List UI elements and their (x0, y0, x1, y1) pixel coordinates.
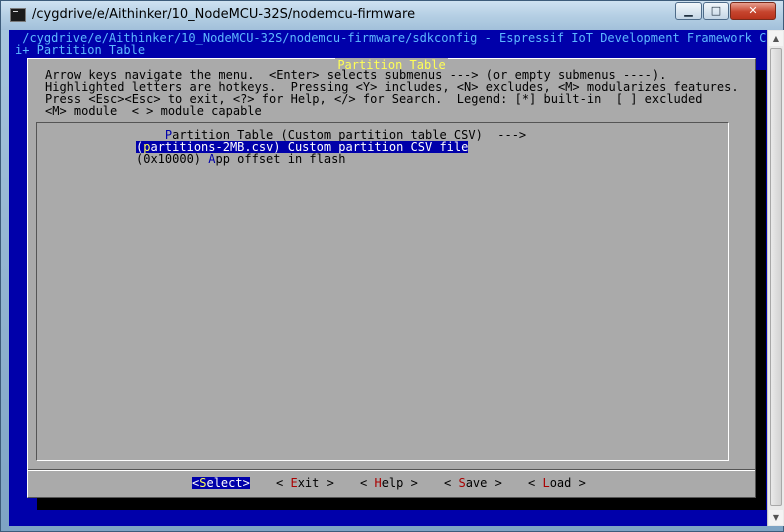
button-separator (28, 469, 755, 471)
button-label: elp > (381, 476, 418, 490)
button-label: ave > (465, 476, 502, 490)
button-hotkey: E (290, 476, 298, 490)
minimize-button[interactable]: ▁ (675, 2, 702, 20)
button-hotkey: L (542, 476, 550, 490)
menu-item-prefix: (0x10000) (136, 152, 209, 166)
maximize-button[interactable]: □ (703, 2, 729, 20)
button-3[interactable]: < Save > (444, 477, 502, 489)
button-label: elect> (206, 476, 250, 490)
dialog-shadow-bottom (37, 498, 766, 510)
menu-list (36, 122, 729, 461)
button-1[interactable]: < Exit > (276, 477, 334, 489)
button-prefix: < (276, 476, 291, 490)
terminal-screen[interactable]: /cygdrive/e/Aithinker/10_NodeMCU-32S/nod… (9, 30, 767, 526)
button-4[interactable]: < Load > (528, 477, 586, 489)
close-button[interactable]: ✕ (730, 2, 776, 20)
menu-item-label: pp offset in flash (215, 152, 346, 166)
button-hotkey: S (458, 476, 466, 490)
scroll-up-icon[interactable]: ▲ (769, 31, 783, 46)
window-title: /cygdrive/e/Aithinker/10_NodeMCU-32S/nod… (32, 7, 416, 22)
button-label: oad > (549, 476, 586, 490)
button-prefix: < (360, 476, 375, 490)
help-line: <M> module < > module capable (45, 104, 262, 118)
button-0[interactable]: <Select> (192, 477, 250, 489)
terminal-window: /cygdrive/e/Aithinker/10_NodeMCU-32S/nod… (0, 0, 784, 532)
button-prefix: < (444, 476, 459, 490)
button-hotkey: H (374, 476, 382, 490)
vertical-scrollbar[interactable]: ▲ ▼ (767, 30, 784, 526)
button-2[interactable]: < Help > (360, 477, 418, 489)
button-label: xit > (297, 476, 334, 490)
button-prefix: < (528, 476, 543, 490)
terminal-icon[interactable] (10, 8, 26, 22)
scroll-thumb[interactable] (770, 48, 782, 506)
dialog-shadow-right (756, 70, 766, 510)
button-bar: <Select> < Exit > < Help > < Save > < Load > (28, 477, 755, 491)
scroll-down-icon[interactable]: ▼ (769, 510, 783, 525)
title-bar[interactable]: /cygdrive/e/Aithinker/10_NodeMCU-32S/nod… (1, 1, 783, 30)
menuconfig-dialog: Partition Table Arrow keys navigate the … (27, 58, 756, 498)
menu-item[interactable]: (0x10000) App offset in flash (136, 153, 346, 165)
